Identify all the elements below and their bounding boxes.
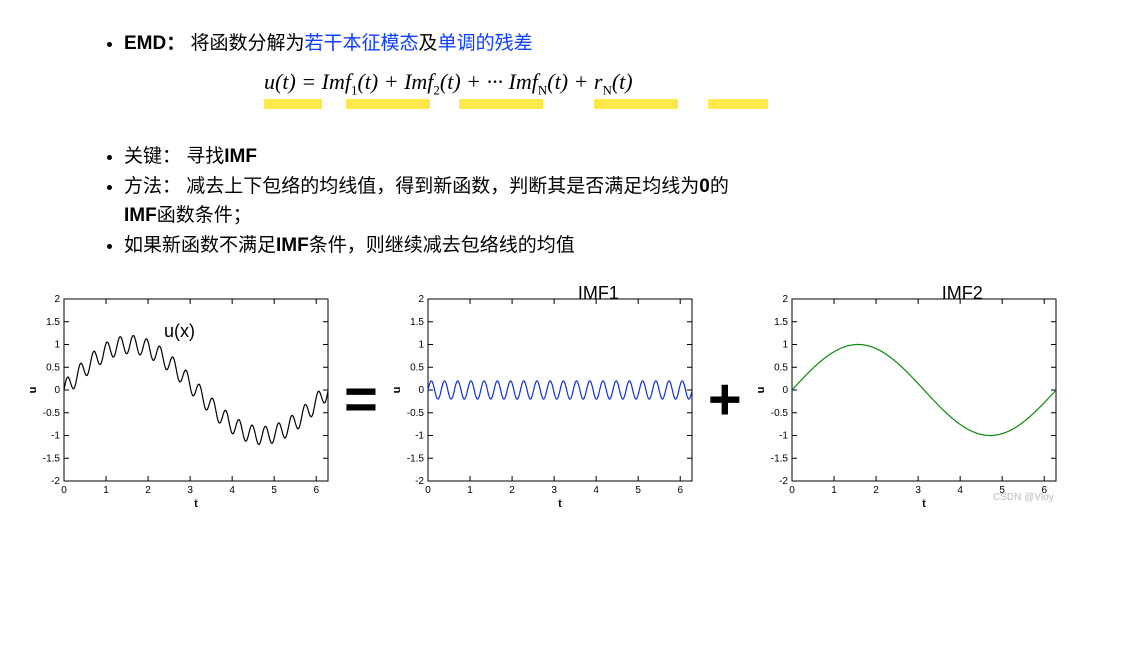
charts-row: u(x) -2-1.5-1-0.500.511.520123456tu = IM…	[24, 291, 1102, 509]
chart-svg-imf2: -2-1.5-1-0.500.511.520123456tu	[752, 291, 1062, 509]
svg-text:2: 2	[509, 485, 515, 496]
svg-text:-2: -2	[51, 476, 60, 487]
emd-blue-1: 若干本征模态	[305, 33, 419, 54]
emd-mid: 及	[419, 33, 438, 54]
svg-text:2: 2	[54, 294, 60, 305]
highlight-4	[594, 99, 678, 109]
svg-text:-0.5: -0.5	[407, 407, 425, 418]
svg-text:-1: -1	[51, 430, 60, 441]
highlight-1	[264, 99, 322, 109]
svg-text:0: 0	[61, 485, 67, 496]
equation: u(t) = Imf1(t) + Imf2(t) + ··· ImfN(t) +…	[264, 69, 824, 129]
bullet-key: 关键： 寻找IMF	[124, 143, 1102, 172]
svg-text:0.5: 0.5	[774, 362, 788, 373]
watermark: CSDN @Vloy	[993, 492, 1054, 503]
svg-text:4: 4	[229, 485, 235, 496]
svg-text:5: 5	[635, 485, 641, 496]
svg-text:2: 2	[418, 294, 424, 305]
svg-text:t: t	[558, 498, 562, 509]
bullet-method: 方法： 减去上下包络的均线值，得到新函数，判断其是否满足均线为0的 IMF函数条…	[124, 173, 1102, 230]
bullet-continue: 如果新函数不满足IMF条件，则继续减去包络线的均值	[124, 232, 1102, 261]
svg-text:4: 4	[957, 485, 963, 496]
highlight-5	[708, 99, 768, 109]
chart-imf2: IMF2 -2-1.5-1-0.500.511.520123456tu CSDN…	[752, 291, 1062, 509]
emd-text-1: 将函数分解为	[191, 33, 305, 54]
chart-svg-imf1: -2 -1.5 -1 -0.5 0 0.5 1 1.5 2 0 1 2 3 4 5 6 t u	[388, 291, 698, 509]
svg-text:-1.5: -1.5	[43, 453, 61, 464]
emd-label: EMD：	[124, 33, 185, 54]
svg-text:4: 4	[593, 485, 599, 496]
svg-text:-1: -1	[779, 430, 788, 441]
svg-text:t: t	[194, 498, 198, 509]
svg-text:-1.5: -1.5	[407, 453, 425, 464]
svg-text:6: 6	[677, 485, 683, 496]
svg-text:1: 1	[103, 485, 109, 496]
chart-u: u(x) -2 -1.5 -1 -0.5 0 0.5 1 1.5 2 0 1 2 3 4 5 6 t u	[24, 291, 334, 509]
svg-text:1.5: 1.5	[46, 316, 60, 327]
svg-text:-1.5: -1.5	[771, 453, 789, 464]
svg-text:1: 1	[467, 485, 473, 496]
svg-text:0: 0	[789, 485, 795, 496]
svg-text:1.5: 1.5	[774, 316, 788, 327]
chart-label-u: u(x)	[164, 321, 195, 342]
bullet-list-sub: 关键： 寻找IMF 方法： 减去上下包络的均线值，得到新函数，判断其是否满足均线…	[24, 143, 1102, 261]
highlight-2	[346, 99, 430, 109]
bullet-emd: EMD： 将函数分解为若干本征模态及单调的残差	[124, 30, 1102, 59]
svg-text:2: 2	[873, 485, 879, 496]
svg-text:6: 6	[313, 485, 319, 496]
svg-text:u: u	[27, 386, 39, 393]
svg-text:2: 2	[782, 294, 788, 305]
svg-text:-2: -2	[415, 476, 424, 487]
svg-text:1.5: 1.5	[410, 316, 424, 327]
svg-text:2: 2	[145, 485, 151, 496]
svg-text:-1: -1	[415, 430, 424, 441]
svg-text:3: 3	[187, 485, 193, 496]
chart-label-imf2: IMF2	[942, 283, 983, 304]
svg-text:0: 0	[54, 385, 60, 396]
chart-imf1: IMF1 -2-1.5-1-0.500.511.520123456tu	[388, 291, 698, 509]
svg-text:-0.5: -0.5	[43, 407, 61, 418]
emd-blue-2: 单调的残差	[438, 33, 533, 54]
svg-text:3: 3	[551, 485, 557, 496]
svg-text:3: 3	[915, 485, 921, 496]
svg-text:0.5: 0.5	[410, 362, 424, 373]
bullet-list-top: EMD： 将函数分解为若干本征模态及单调的残差	[24, 30, 1102, 59]
highlight-3	[459, 99, 543, 109]
svg-text:0: 0	[418, 385, 424, 396]
svg-text:u: u	[755, 386, 767, 393]
svg-text:1: 1	[782, 339, 788, 350]
equation-text: u(t) = Imf1(t) + Imf2(t) + ··· ImfN(t) +…	[264, 69, 633, 94]
operator-equals: =	[344, 371, 378, 429]
operator-plus: +	[708, 371, 742, 429]
svg-text:-0.5: -0.5	[771, 407, 789, 418]
svg-text:0: 0	[782, 385, 788, 396]
svg-text:1: 1	[831, 485, 837, 496]
svg-text:0: 0	[425, 485, 431, 496]
svg-text:5: 5	[271, 485, 277, 496]
svg-text:u: u	[391, 386, 403, 393]
svg-text:t: t	[922, 498, 926, 509]
chart-label-imf1: IMF1	[578, 283, 619, 304]
svg-text:0.5: 0.5	[46, 362, 60, 373]
svg-text:1: 1	[418, 339, 424, 350]
svg-text:-2: -2	[779, 476, 788, 487]
svg-text:1: 1	[54, 339, 60, 350]
